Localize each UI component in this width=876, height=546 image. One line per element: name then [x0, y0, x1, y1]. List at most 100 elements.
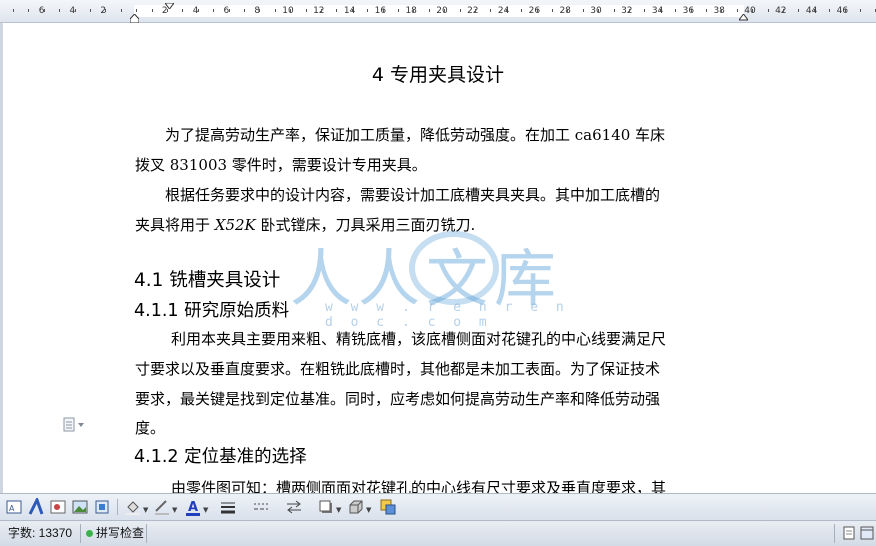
intro-line-4: 夹具将用于 X52K 卧式镗床，刀具采用三面刃铣刀. [135, 210, 745, 240]
ruler-tick-mark [28, 9, 29, 12]
wordart-icon[interactable] [27, 498, 45, 516]
status-separator [146, 524, 147, 543]
ruler-tick-mark [798, 9, 799, 12]
document-page[interactable]: 4 专用夹具设计 为了提高劳动生产率，保证加工质量，降低劳动强度。在加工 ca6… [0, 23, 876, 497]
ruler-tick-label: 26 [528, 6, 541, 16]
ruler-tick-mark [598, 9, 599, 12]
watermark-text: 人人文库 [290, 242, 563, 315]
ruler-tick-mark [506, 9, 507, 12]
ruler-tick-label: 10 [282, 6, 294, 16]
select-objects-icon[interactable] [379, 498, 397, 516]
drawing-toolbar: A ▼ ▼ A ▼ ▼ ▼ [0, 493, 876, 520]
ruler-tick-mark [321, 9, 322, 12]
ruler-tick-mark [644, 9, 645, 12]
web-view-icon[interactable] [858, 524, 876, 542]
status-bar: 字数: 13370 拼写检查 [0, 520, 876, 546]
ruler-tick-mark [752, 9, 753, 12]
diagram-icon[interactable] [93, 498, 111, 516]
3d-dropdown[interactable]: ▼ [366, 506, 371, 514]
body-line-3: 要求，最关键是找到定位基准。同时，应考虑如何提高劳动生产率和降低劳动强 [135, 390, 661, 408]
ruler-tick-mark [259, 9, 260, 12]
ruler-tick-mark [336, 9, 337, 12]
arrow-style-icon[interactable] [285, 498, 303, 516]
body-line-1: 利用本夹具主要用来粗、精铣底槽，该底槽侧面对花键孔的中心线要满足尺 [171, 330, 667, 348]
shadow-icon[interactable] [317, 498, 335, 516]
ruler-tick-mark [706, 9, 707, 12]
ruler-tick-label: 24 [497, 6, 510, 16]
word-count[interactable]: 字数: 13370 [4, 524, 76, 542]
ruler-tick-mark [429, 9, 430, 12]
line-style-icon[interactable] [219, 498, 237, 516]
ruler-tick-mark [860, 9, 861, 12]
status-separator [834, 524, 835, 543]
ruler-tick-mark [398, 9, 399, 12]
ruler-tick-mark [583, 9, 584, 12]
status-separator [80, 524, 81, 543]
intro-line-4-after: 卧式镗床，刀具采用三面刃铣刀. [255, 216, 476, 234]
intro-line-3: 根据任务要求中的设计内容，需要设计加工底槽夹具夹具。其中加工底槽的 [165, 186, 661, 204]
shadow-dropdown[interactable]: ▼ [336, 506, 341, 514]
ruler-tick-mark [121, 9, 122, 12]
paste-options-icon[interactable] [63, 417, 85, 433]
toolbar-separator [117, 499, 118, 515]
ruler-tick-mark [691, 9, 692, 12]
svg-text:A: A [9, 504, 15, 513]
ruler-tick-mark [244, 9, 245, 12]
ruler-tick-label: 14 [343, 6, 356, 16]
ruler-tick-mark [105, 9, 106, 12]
font-color-dropdown[interactable]: ▼ [203, 506, 208, 514]
ruler-tick-label: 36 [682, 6, 695, 16]
spell-check-status[interactable]: 拼写检查 [82, 524, 148, 542]
ruler-tick-label: 44 [805, 6, 818, 16]
machine-model: X52K [214, 216, 256, 234]
horizontal-ruler[interactable]: 6 4 2 2 4 6 8 10 12 14 16 18 20 22 24 26 28 30 32 34 36 38 40 4… [0, 0, 876, 23]
dash-style-icon[interactable] [252, 498, 270, 516]
ruler-tick-mark [413, 9, 414, 12]
ruler-tick-label: 30 [590, 6, 602, 16]
ruler-tick-label: 42 [775, 6, 787, 16]
ruler-tick-mark [660, 9, 661, 12]
watermark-swirl [409, 231, 499, 305]
font-color-icon[interactable]: A [184, 498, 202, 516]
ruler-tick-mark [90, 9, 91, 12]
clipart-icon[interactable] [49, 498, 67, 516]
ruler-tick-mark [152, 9, 153, 12]
right-indent-marker[interactable] [739, 14, 748, 22]
ruler-tick-mark [552, 9, 553, 12]
ruler-tick-mark [198, 9, 199, 12]
ruler-tick-label: 38 [713, 6, 725, 16]
ruler-tick-mark [475, 9, 476, 12]
ruler-tick-label: 20 [436, 6, 448, 16]
ruler-tick-mark [290, 9, 291, 12]
page-view-icon[interactable] [840, 524, 858, 542]
ruler-tick-mark [213, 9, 214, 12]
fill-color-icon[interactable] [124, 498, 142, 516]
heading-4-1-2: 4.1.2 定位基准的选择 [134, 447, 307, 467]
ruler-tick-mark [521, 9, 522, 12]
heading-4-1: 4.1 铣槽夹具设计 [134, 270, 281, 291]
ruler-tick-mark [537, 9, 538, 12]
chapter-title: 4 专用夹具设计 [371, 64, 505, 86]
line-color-dropdown[interactable]: ▼ [172, 506, 177, 514]
ruler-tick-mark [490, 9, 491, 12]
ruler-tick-label: 32 [621, 6, 633, 16]
ruler-tick-mark [737, 9, 738, 12]
first-line-indent-marker[interactable] [165, 3, 174, 9]
intro-line-1: 为了提高劳动生产率，保证加工质量，降低劳动强度。在加工 ca6140 车床 [165, 126, 666, 144]
ruler-tick-mark [383, 9, 384, 12]
spell-ok-icon [86, 530, 93, 537]
line-color-icon[interactable] [153, 498, 171, 516]
ruler-tick-mark [814, 9, 815, 12]
ruler-tick-mark [352, 9, 353, 12]
left-indent-marker[interactable] [130, 14, 139, 23]
ruler-tick-mark [845, 9, 846, 12]
3d-icon[interactable] [347, 498, 365, 516]
heading-4-1-1: 4.1.1 研究原始质料 [134, 301, 290, 321]
fill-color-dropdown[interactable]: ▼ [143, 506, 148, 514]
ruler-tick-mark [59, 9, 60, 12]
picture-icon[interactable] [71, 498, 89, 516]
ruler-tick-label: 46 [836, 6, 849, 16]
textbox-icon[interactable]: A [5, 498, 23, 516]
ruler-tick-mark [136, 9, 137, 12]
ruler-tick-mark [444, 9, 445, 12]
